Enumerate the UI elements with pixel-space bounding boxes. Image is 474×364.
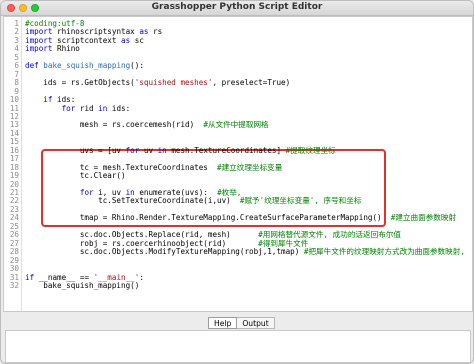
code-line: import Rhino [25,45,80,53]
code-token: sc [130,35,144,45]
code-token: #建立纹理坐标变量 [217,162,283,172]
code-token: #赋予'纹理坐标变量', 序号和坐标 [239,196,362,206]
code-token: in [157,145,167,155]
tab-output[interactable]: Output [237,317,275,329]
code-token: #提取纹理坐标 [285,145,336,155]
code-token: , preselect=True) [212,78,291,88]
code-token: uv [139,145,158,155]
code-line: uvs = [uv for uv in mesh.TextureCoordina… [25,145,336,155]
code-token: : [139,272,144,282]
code-token: mesh.TextureCoordinates] [166,145,286,155]
output-panel[interactable] [5,330,471,363]
code-token: #从文件中提取网格 [203,120,269,130]
window-title: Grasshopper Python Script Editor [151,2,323,12]
code-token: for [125,145,140,155]
code-token: as [121,35,131,45]
code-token: ids = rs.GetObjects( [25,78,135,88]
line-number-gutter: 1 2 3 4 5 6 7 8 9 10 11 12 13 14 15 16 17 18 19 20 21 22 23 24 2… [4,17,22,311]
script-editor-window: Grasshopper Python Script Editor 1234567… [0,0,474,364]
code-editor[interactable]: 1 2 3 4 5 6 7 8 9 10 11 12 13 14 15 16 17 18 19 20 21 22 23 24 2… [3,16,473,312]
code-line: tc.Clear() [25,171,126,181]
code-token: bake_squish_mapping [43,61,131,71]
tab-help[interactable]: Help [208,317,238,329]
code-token: in [98,103,108,113]
code-token: import [25,44,53,54]
code-token: sc.doc.Objects.ModifyTextureMapping(robj… [25,247,304,257]
code-token: tc.Clear() [25,171,126,181]
code-token: rid [75,103,99,113]
code-token: mesh = rs.coercemesh(rid) [25,120,204,130]
title-bar: Grasshopper Python Script Editor [1,1,473,16]
code-line: mesh = rs.coercemesh(rid) #从文件中提取网格 [25,121,269,129]
code-token: #建立曲面参数映射 [390,213,457,223]
code-token: Rhino [52,44,80,54]
code-token: rs [148,27,163,37]
code-line: ids = rs.GetObjects('squished meshes', p… [25,78,291,88]
code-line: def bake_squish_mapping(): [25,62,144,70]
code-token: tc.SetTextureCoordinate(i,uv) [25,196,240,206]
code-token: def [25,61,39,71]
code-token: ids: [107,103,131,113]
code-token: for [61,103,76,113]
code-line: tc.SetTextureCoordinate(i,uv) #赋予'纹理坐标变量… [25,197,361,205]
code-token: (): [130,61,144,71]
line-number: 32 [9,280,19,290]
code-line: for rid in ids: [25,103,131,113]
code-token: 'squished meshes' [134,78,213,88]
code-token: #把犀牛文件的纹理映射方式改为曲面参数映射, [303,247,465,257]
code-line: bake_squish_mapping() [25,280,140,290]
code-line: tmap = Rhino.Render.TextureMapping.Creat… [25,214,456,222]
code-token: uvs = [uv [25,145,126,155]
output-tabs: Help Output [208,317,275,329]
code-line: sc.doc.Objects.ModifyTextureMapping(robj… [25,247,465,257]
code-token: bake_squish_mapping() [25,280,140,290]
code-token: tmap = Rhino.Render.TextureMapping.Creat… [25,213,391,223]
